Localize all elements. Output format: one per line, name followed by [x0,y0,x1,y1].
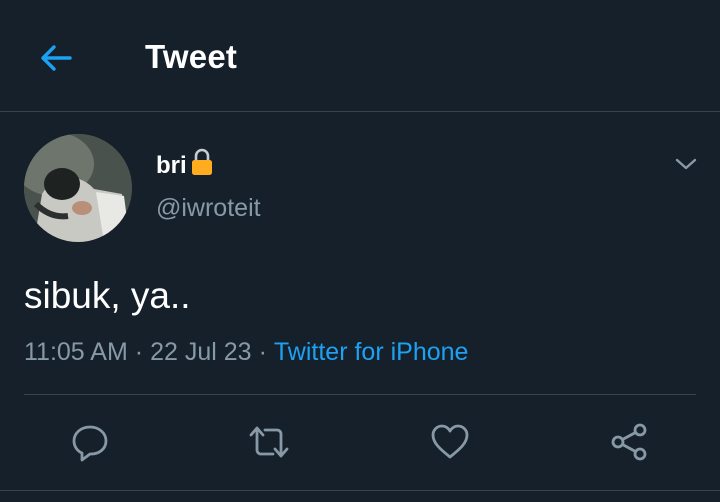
avatar[interactable] [24,134,132,242]
meta-separator: · [134,338,144,366]
share-icon [611,423,647,461]
tweet-date: 22 Jul 23 [150,338,252,366]
tweet-meta: 11:05 AM · 22 Jul 23 · Twitter for iPhone [24,338,468,367]
author-name[interactable]: bri [156,148,214,183]
bottom-divider [0,490,720,491]
top-bar: Tweet [0,0,720,112]
author-handle[interactable]: @iwroteit [156,194,261,223]
back-button[interactable] [30,32,82,84]
tweet-time: 11:05 AM [24,338,128,366]
heart-icon [431,424,469,459]
page-title: Tweet [145,38,238,75]
reply-button[interactable] [68,420,112,464]
tweet-text: sibuk, ya.. [24,275,191,316]
retweet-button[interactable] [247,420,291,464]
avatar-photo [24,134,132,242]
reply-icon [72,425,108,462]
retweet-icon [249,426,289,458]
lock-icon [190,148,214,183]
like-button[interactable] [428,420,472,464]
divider [24,394,696,395]
tweet-source-link[interactable]: Twitter for iPhone [274,338,469,366]
arrow-left-icon [41,45,72,71]
share-button[interactable] [607,420,651,464]
display-name-text: bri [156,151,187,179]
meta-separator: · [258,338,267,366]
chevron-down-icon [675,158,697,170]
tweet-menu-button[interactable] [668,146,704,182]
